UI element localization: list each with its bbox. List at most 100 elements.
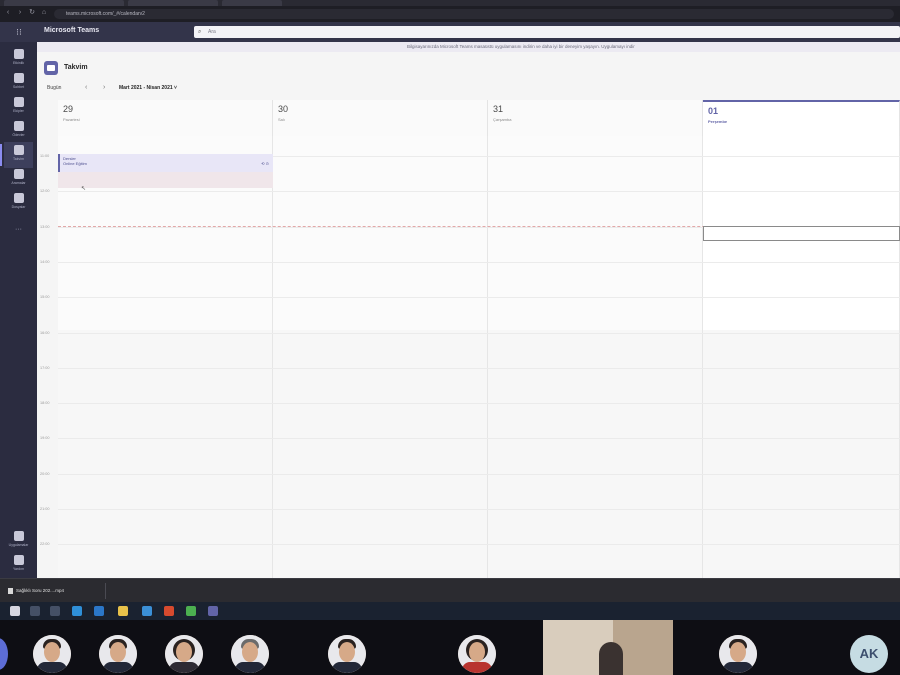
- time-gutter: 11:00 12:00 13:00 14:00 15:00 16:00 17:00 18:00…: [37, 136, 58, 582]
- hour-gridline: [58, 261, 900, 263]
- participant-avatar[interactable]: [99, 635, 137, 673]
- participant-avatar[interactable]: [33, 635, 71, 673]
- calendar-panel: Bilgisayarınızda Microsoft Teams masaüst…: [37, 42, 900, 582]
- app-rail: Etkinlik Sohbet Ekipler Ödevler Takvim A…: [0, 42, 37, 578]
- day-column[interactable]: [273, 136, 488, 578]
- participant-avatar[interactable]: [719, 635, 757, 673]
- page-title: Takvim: [64, 64, 88, 71]
- hour-gridline: [58, 297, 900, 299]
- more-apps-icon[interactable]: ···: [4, 218, 33, 244]
- forward-icon[interactable]: ›: [16, 9, 24, 17]
- day-column-today[interactable]: [703, 136, 900, 578]
- time-label: 11:00: [40, 154, 50, 158]
- teams-header: ⁝⁝ Microsoft Teams ⌕ Ara: [0, 22, 900, 42]
- mouse-cursor-icon: ↖: [81, 186, 87, 192]
- apps-icon: [13, 531, 24, 541]
- chevron-right-icon[interactable]: ›: [103, 84, 105, 91]
- rail-item-files[interactable]: Dosyalar: [4, 190, 33, 216]
- download-file-name: Sağlıklı Soru 202....mp4: [16, 588, 65, 593]
- rail-item-assignments[interactable]: Ödevler: [4, 118, 33, 144]
- participant-avatar[interactable]: [458, 635, 496, 673]
- hour-gridline: [58, 438, 900, 440]
- browser-icon[interactable]: [94, 606, 104, 616]
- calendar-toolbar: Bugün ‹ › Mart 2021 - Nisan 2021 ˅: [37, 84, 900, 94]
- day-header[interactable]: 29 Pazartesi: [58, 100, 273, 136]
- download-item[interactable]: Sağlıklı Soru 202....mp4: [6, 583, 106, 599]
- rail-item-apps[interactable]: Uygulamalar: [4, 528, 33, 554]
- browser-toolbar: ‹ › ↻ ⌂ teams.microsoft.com/_#/calendarv…: [0, 6, 900, 22]
- day-header[interactable]: 30 Salı: [273, 100, 488, 136]
- selected-time-slot[interactable]: [58, 172, 273, 188]
- meeting-video-strip: AK: [0, 620, 900, 675]
- hour-gridline: [58, 367, 900, 369]
- day-column[interactable]: [488, 136, 703, 578]
- date-range-picker[interactable]: Mart 2021 - Nisan 2021 ˅: [119, 85, 177, 91]
- assignments-icon: [13, 121, 24, 131]
- day-column[interactable]: [58, 136, 273, 578]
- hour-gridline: [58, 403, 900, 405]
- time-label: 22:00: [40, 542, 50, 547]
- chevron-left-icon[interactable]: ‹: [85, 84, 87, 91]
- time-label: 19:00: [40, 436, 50, 441]
- bell-icon: [13, 49, 24, 59]
- time-label: 18:00: [40, 401, 50, 406]
- office-icon[interactable]: [164, 606, 174, 616]
- time-label: 16:00: [40, 330, 50, 335]
- reload-icon[interactable]: ↻: [28, 9, 36, 17]
- search-icon: ⌕: [198, 29, 202, 35]
- address-bar[interactable]: teams.microsoft.com/_#/calendarv2: [54, 9, 894, 19]
- app-launcher-icon[interactable]: ⁝⁝: [13, 26, 25, 38]
- rail-item-activity[interactable]: Etkinlik: [4, 46, 33, 72]
- time-label: 17:00: [40, 365, 50, 370]
- participant-avatar[interactable]: [328, 635, 366, 673]
- files-icon: [13, 193, 24, 203]
- mail-icon[interactable]: [142, 606, 152, 616]
- chat-icon: [13, 73, 24, 83]
- rail-item-teams[interactable]: Ekipler: [4, 94, 33, 120]
- hour-gridline: [58, 509, 900, 510]
- participant-avatar[interactable]: [165, 635, 203, 673]
- calendar-grid[interactable]: [58, 136, 900, 581]
- screen: ‹ › ↻ ⌂ teams.microsoft.com/_#/calendarv…: [0, 0, 900, 620]
- today-button[interactable]: Bugün: [47, 85, 61, 91]
- participant-avatar[interactable]: [231, 635, 269, 673]
- rail-item-calendar[interactable]: Takvim: [0, 142, 33, 168]
- hour-gridline: [58, 544, 900, 546]
- calendar-icon: [13, 145, 24, 155]
- time-label: 15:00: [40, 295, 50, 300]
- rail-item-calls[interactable]: Aramalar: [4, 166, 33, 192]
- rail-item-help[interactable]: Yardım: [4, 552, 33, 578]
- participant-initials-avatar[interactable]: AK: [850, 635, 888, 673]
- rail-item-chat[interactable]: Sohbet: [4, 70, 33, 96]
- windows-start-icon[interactable]: [10, 606, 20, 616]
- event-organizer: Online Eğitim: [63, 161, 87, 166]
- participant-avatar[interactable]: [0, 638, 8, 670]
- search-icon[interactable]: [30, 606, 40, 616]
- time-label: 14:00: [40, 259, 50, 264]
- windows-taskbar: [0, 602, 900, 620]
- participant-camera-feed[interactable]: [543, 620, 673, 675]
- app-name: Microsoft Teams: [44, 27, 100, 34]
- home-icon[interactable]: ⌂: [40, 9, 48, 17]
- day-header[interactable]: 31 Çarşamba: [488, 100, 703, 136]
- time-label: 12:00: [40, 189, 50, 194]
- help-icon: [13, 555, 24, 565]
- download-banner: Bilgisayarınızda Microsoft Teams masaüst…: [37, 42, 900, 52]
- chrome-icon[interactable]: [186, 606, 196, 616]
- calendar-title-row: Takvim: [37, 58, 900, 78]
- new-event-slot[interactable]: [703, 226, 900, 241]
- task-view-icon[interactable]: [50, 606, 60, 616]
- folder-icon[interactable]: [118, 606, 128, 616]
- time-label: 21:00: [40, 507, 50, 511]
- phone-icon: [13, 169, 24, 179]
- search-input[interactable]: ⌕ Ara: [194, 26, 900, 38]
- hour-gridline: [58, 473, 900, 475]
- hour-gridline: [58, 191, 900, 193]
- time-label: 13:00: [40, 224, 50, 229]
- edge-icon[interactable]: [72, 606, 82, 616]
- calendar-event[interactable]: Dersler Online Eğitim ⟲ ⊙: [58, 154, 273, 172]
- day-header-today[interactable]: 01 Perşembe: [703, 100, 900, 136]
- calendar-icon: [44, 61, 58, 75]
- teams-icon[interactable]: [208, 606, 218, 616]
- back-icon[interactable]: ‹: [4, 9, 12, 17]
